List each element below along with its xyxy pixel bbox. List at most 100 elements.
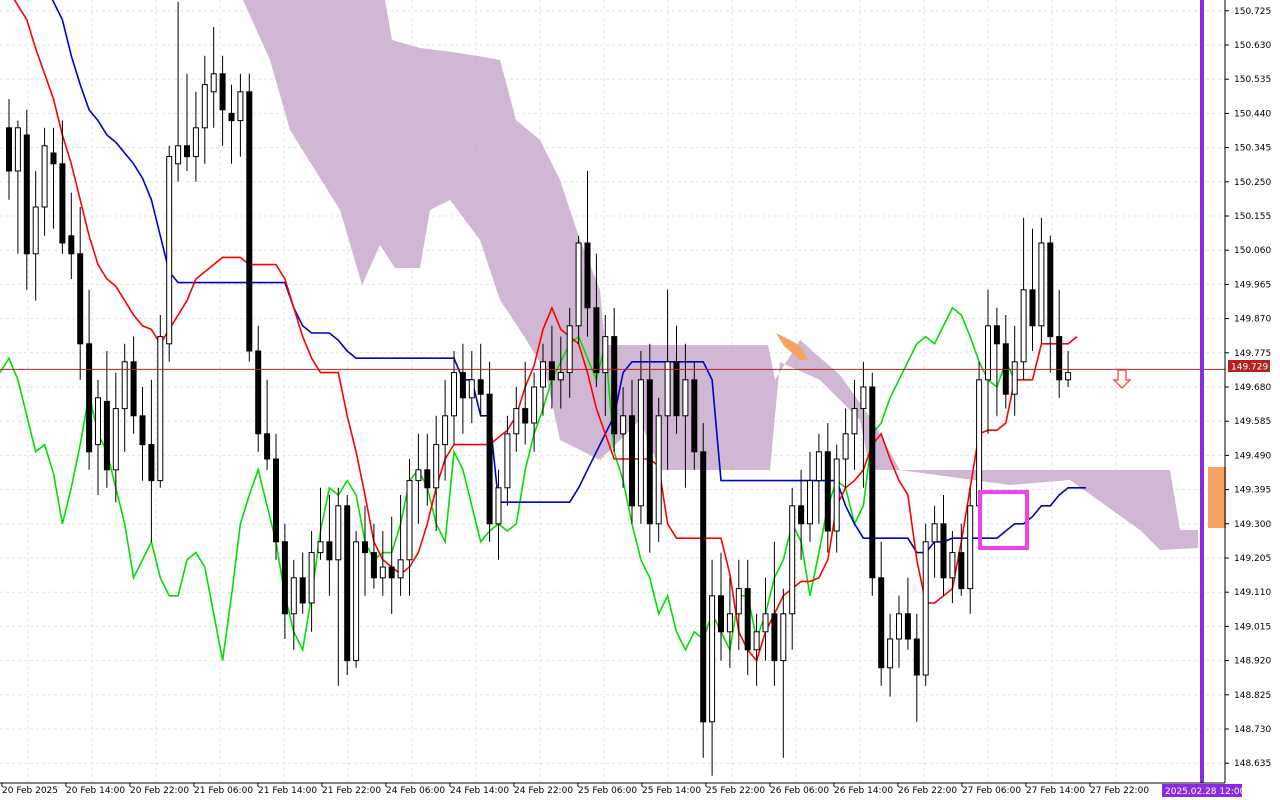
candle-body [50, 152, 57, 165]
candle-body [486, 393, 493, 525]
candle-body [495, 487, 502, 525]
x-tick-label: 21 Feb 06:00 [194, 786, 253, 796]
x-tick-label: 24 Feb 14:00 [450, 786, 509, 796]
candle-body [1065, 372, 1072, 381]
candle-body [41, 145, 48, 208]
candle-body [993, 325, 1000, 345]
candle-body [566, 325, 573, 374]
y-tick-label: 149.585 [1234, 417, 1271, 427]
kumo-bullish-area [1208, 467, 1226, 528]
x-tick-label: 25 Feb 14:00 [642, 786, 701, 796]
y-tick-label: 150.630 [1234, 41, 1271, 51]
candle-body [68, 235, 75, 255]
candle-body [637, 379, 644, 507]
candle-body [629, 415, 635, 507]
y-tick-label: 148.825 [1234, 691, 1271, 701]
candle-body [700, 451, 707, 723]
candle-body [922, 541, 929, 676]
candle-body [718, 595, 724, 633]
candle-body [913, 638, 920, 676]
x-tick-label: 21 Feb 22:00 [322, 786, 381, 796]
candle-body [379, 566, 386, 579]
candle-body [655, 415, 662, 525]
candle-body [184, 145, 190, 158]
candle-body [744, 588, 751, 651]
y-tick-label: 148.920 [1234, 657, 1271, 667]
candle-body [281, 541, 288, 615]
candle-body [646, 379, 653, 525]
x-tick-label: 27 Feb 22:00 [1090, 786, 1149, 796]
candle-body [1038, 242, 1045, 327]
candle-body [807, 480, 813, 525]
candle-body [611, 336, 618, 435]
candle-body [451, 372, 457, 417]
candle-body [166, 156, 173, 345]
candle-body [433, 444, 440, 489]
candle-body [1020, 289, 1027, 363]
candle-body [1056, 336, 1063, 381]
candle-body [620, 415, 627, 435]
candle-body [308, 552, 315, 604]
candle-body [878, 577, 885, 669]
candle-body [353, 541, 360, 662]
y-tick-label: 150.250 [1234, 178, 1271, 188]
x-tick-label: 25 Feb 22:00 [706, 786, 765, 796]
y-tick-label: 150.440 [1234, 109, 1271, 119]
candle-body [23, 134, 30, 255]
x-tick-label: 20 Feb 2025 [2, 786, 58, 796]
candle-body [753, 631, 760, 651]
x-tick-label: 21 Feb 14:00 [258, 786, 317, 796]
candle-body [192, 127, 199, 158]
candle-body [264, 433, 271, 460]
time-tag-text: 2025.02.28 12:00 [1165, 787, 1246, 797]
x-tick-label: 26 Feb 14:00 [834, 786, 893, 796]
y-tick-label: 149.680 [1234, 383, 1271, 393]
candle-body [388, 566, 395, 579]
candle-body [103, 400, 110, 471]
candle-body [504, 433, 511, 489]
candle-body [575, 242, 582, 327]
candle-body [735, 588, 742, 615]
candle-body [219, 73, 226, 111]
candle-body [789, 505, 796, 615]
candle-body [709, 595, 716, 723]
x-tick-label: 27 Feb 14:00 [1026, 786, 1085, 796]
y-tick-label: 149.205 [1234, 554, 1271, 564]
ichimoku-chart: 150.725 150.630 150.535 150.440 150.345 150.2… [0, 0, 1280, 800]
y-tick-label: 149.965 [1234, 280, 1271, 290]
candle-body [904, 613, 911, 640]
y-tick-label: 149.775 [1234, 349, 1271, 359]
candle-body [869, 386, 876, 579]
candle-body [468, 379, 475, 399]
y-tick-label: 149.300 [1234, 520, 1271, 530]
candle-body [121, 361, 128, 410]
candle-body [976, 379, 983, 507]
y-tick-label: 150.155 [1234, 212, 1271, 222]
candle-body [86, 343, 93, 453]
candle-body [77, 253, 84, 345]
candle-body [531, 386, 538, 424]
candle-body [887, 638, 894, 669]
candle-body [842, 433, 849, 460]
candle-body [6, 127, 12, 172]
y-tick-label: 149.870 [1234, 315, 1271, 325]
y-tick-label: 148.635 [1234, 759, 1271, 769]
y-tick-label: 149.490 [1234, 451, 1271, 461]
candle-body [157, 336, 164, 482]
candle-body [780, 613, 787, 662]
candle-body [397, 559, 404, 579]
candle-body [237, 91, 244, 122]
x-tick-label: 26 Feb 22:00 [898, 786, 957, 796]
candle-body [548, 361, 555, 381]
candle-body [958, 552, 965, 590]
candle-body [762, 613, 769, 633]
candle-body [59, 163, 66, 244]
x-tick-label: 20 Feb 22:00 [130, 786, 189, 796]
candle-body [896, 613, 902, 640]
candle-body [522, 408, 529, 424]
candle-body [664, 361, 671, 417]
candle-body [459, 372, 466, 399]
candle-body [317, 541, 324, 554]
candle-body [593, 307, 600, 374]
candle-body [824, 451, 831, 532]
